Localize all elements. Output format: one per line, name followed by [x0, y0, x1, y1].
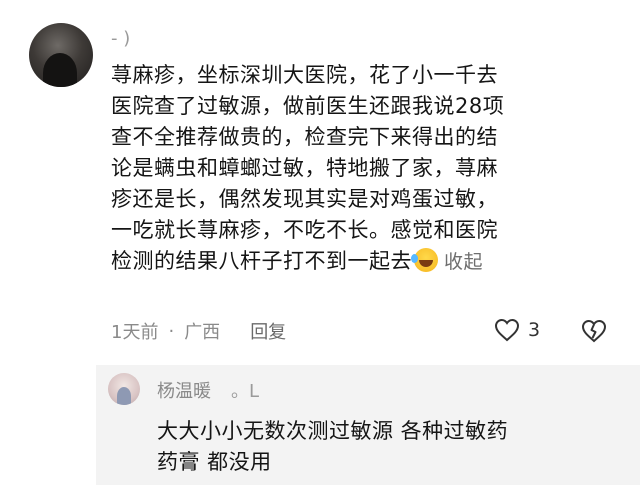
comment-time: 1天前: [111, 322, 159, 343]
reply-username-row: 杨温暖 。L: [157, 377, 259, 403]
reply-button[interactable]: 回复: [250, 318, 286, 344]
collapse-button[interactable]: 收起: [444, 251, 483, 273]
comment-line: 医院查了过敏源，做前医生还跟我说28项: [111, 94, 505, 118]
reply-body: 大大小小无数次测过敏源 各种过敏药 药膏 都没用: [157, 416, 627, 478]
meta-separator: ·: [168, 320, 175, 342]
heart-icon: [494, 318, 520, 342]
broken-heart-icon: [581, 319, 607, 343]
comment-username[interactable]: - ): [111, 28, 130, 49]
comment-line: 查不全推荐做贵的，检查完下来得出的结: [111, 125, 498, 149]
comment-line: 疹还是长，偶然发现其实是对鸡蛋过敏，: [111, 187, 498, 211]
comment-body: 荨麻疹，坐标深圳大医院，花了小一千去 医院查了过敏源，做前医生还跟我说28项 查…: [111, 60, 621, 277]
comment-line: 荨麻疹，坐标深圳大医院，花了小一千去: [111, 63, 498, 87]
like-button[interactable]: 3: [494, 318, 540, 342]
reply-username[interactable]: 杨温暖: [157, 381, 211, 402]
reply-line: 药膏 都没用: [157, 450, 272, 474]
comment-line: 论是螨虫和蟑螂过敏，特地搬了家，荨麻: [111, 156, 498, 180]
comment-meta: 1天前 · 广西 回复: [111, 318, 286, 344]
comment-line-last: 检测的结果八杆子打不到一起去 收起: [111, 246, 621, 277]
comment-location: 广西: [184, 322, 221, 343]
reply-username-suffix: 。L: [231, 381, 260, 402]
comment-line: 一吃就长荨麻疹，不吃不长。感觉和医院: [111, 218, 498, 242]
comment-avatar[interactable]: [29, 23, 93, 87]
reply-line: 大大小小无数次测过敏源 各种过敏药: [157, 419, 509, 443]
like-count: 3: [528, 319, 541, 341]
dislike-button[interactable]: [581, 319, 607, 347]
rofl-emoji-icon: [411, 248, 438, 272]
reply-avatar[interactable]: [108, 373, 140, 405]
reply-block: 杨温暖 。L 大大小小无数次测过敏源 各种过敏药 药膏 都没用: [96, 365, 640, 485]
comment-line-text: 检测的结果八杆子打不到一起去: [111, 249, 412, 273]
